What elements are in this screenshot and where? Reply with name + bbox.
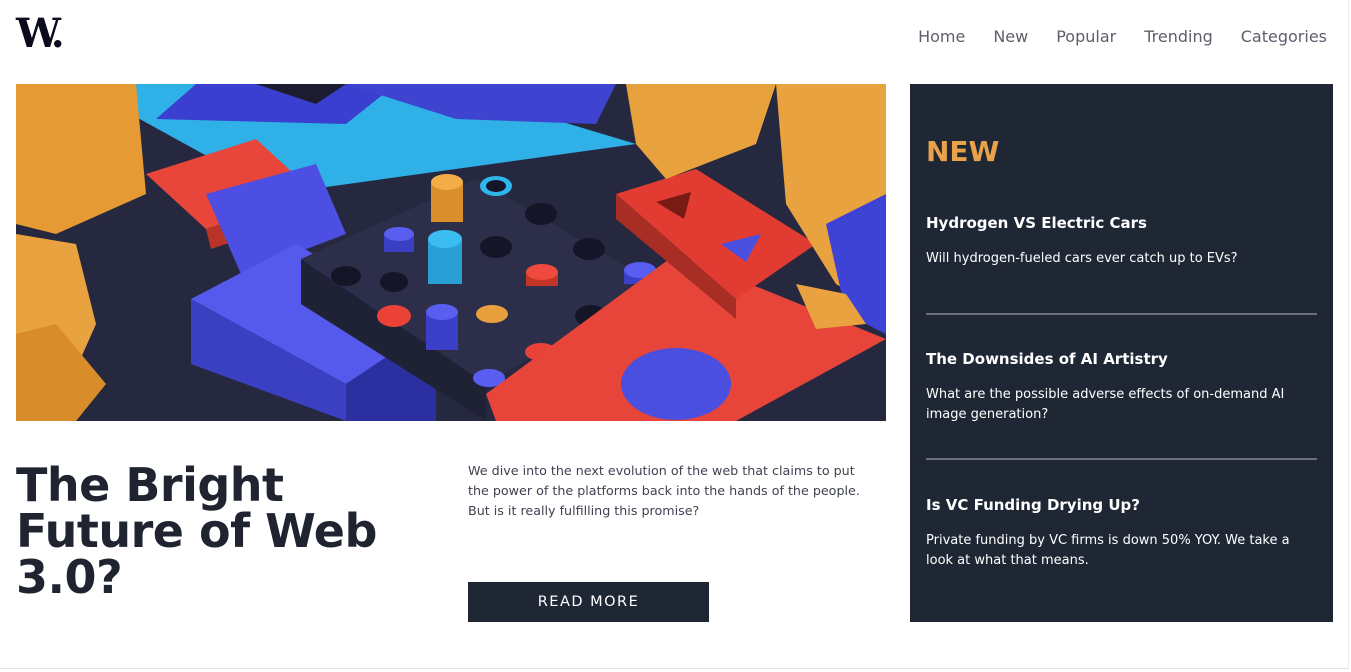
article-headline: The Bright Future of Web 3.0? <box>16 458 377 604</box>
nav-home[interactable]: Home <box>918 26 965 48</box>
news-item: The Downsides of AI Artistry What are th… <box>926 349 1317 425</box>
news-item-summary: What are the possible adverse effects of… <box>926 387 1285 422</box>
news-item: Is VC Funding Drying Up? Private funding… <box>926 495 1317 571</box>
page: W. Home New Popular Trending Categories <box>0 0 1349 669</box>
sidebar-title: NEW <box>926 135 1000 168</box>
nav-categories[interactable]: Categories <box>1241 26 1327 48</box>
news-item-summary: Will hydrogen-fueled cars ever catch up … <box>926 251 1238 266</box>
read-more-button[interactable]: READ MORE <box>468 582 709 622</box>
divider <box>926 458 1317 460</box>
nav-popular[interactable]: Popular <box>1056 26 1116 48</box>
news-item-title[interactable]: Is VC Funding Drying Up? <box>926 495 1317 515</box>
main-nav: Home New Popular Trending Categories <box>890 26 1327 48</box>
divider <box>926 313 1317 315</box>
news-item-title[interactable]: Hydrogen VS Electric Cars <box>926 213 1317 233</box>
article-description: We dive into the next evolution of the w… <box>468 463 860 518</box>
news-item: Hydrogen VS Electric Cars Will hydrogen-… <box>926 213 1317 269</box>
nav-trending[interactable]: Trending <box>1144 26 1213 48</box>
news-item-summary: Private funding by VC firms is down 50% … <box>926 533 1290 568</box>
hero-illustration <box>16 84 886 421</box>
hero-image <box>16 84 886 421</box>
new-sidebar: NEW Hydrogen VS Electric Cars Will hydro… <box>910 84 1333 622</box>
nav-new[interactable]: New <box>993 26 1028 48</box>
site-logo[interactable]: W. <box>16 14 70 54</box>
news-item-title[interactable]: The Downsides of AI Artistry <box>926 349 1317 369</box>
